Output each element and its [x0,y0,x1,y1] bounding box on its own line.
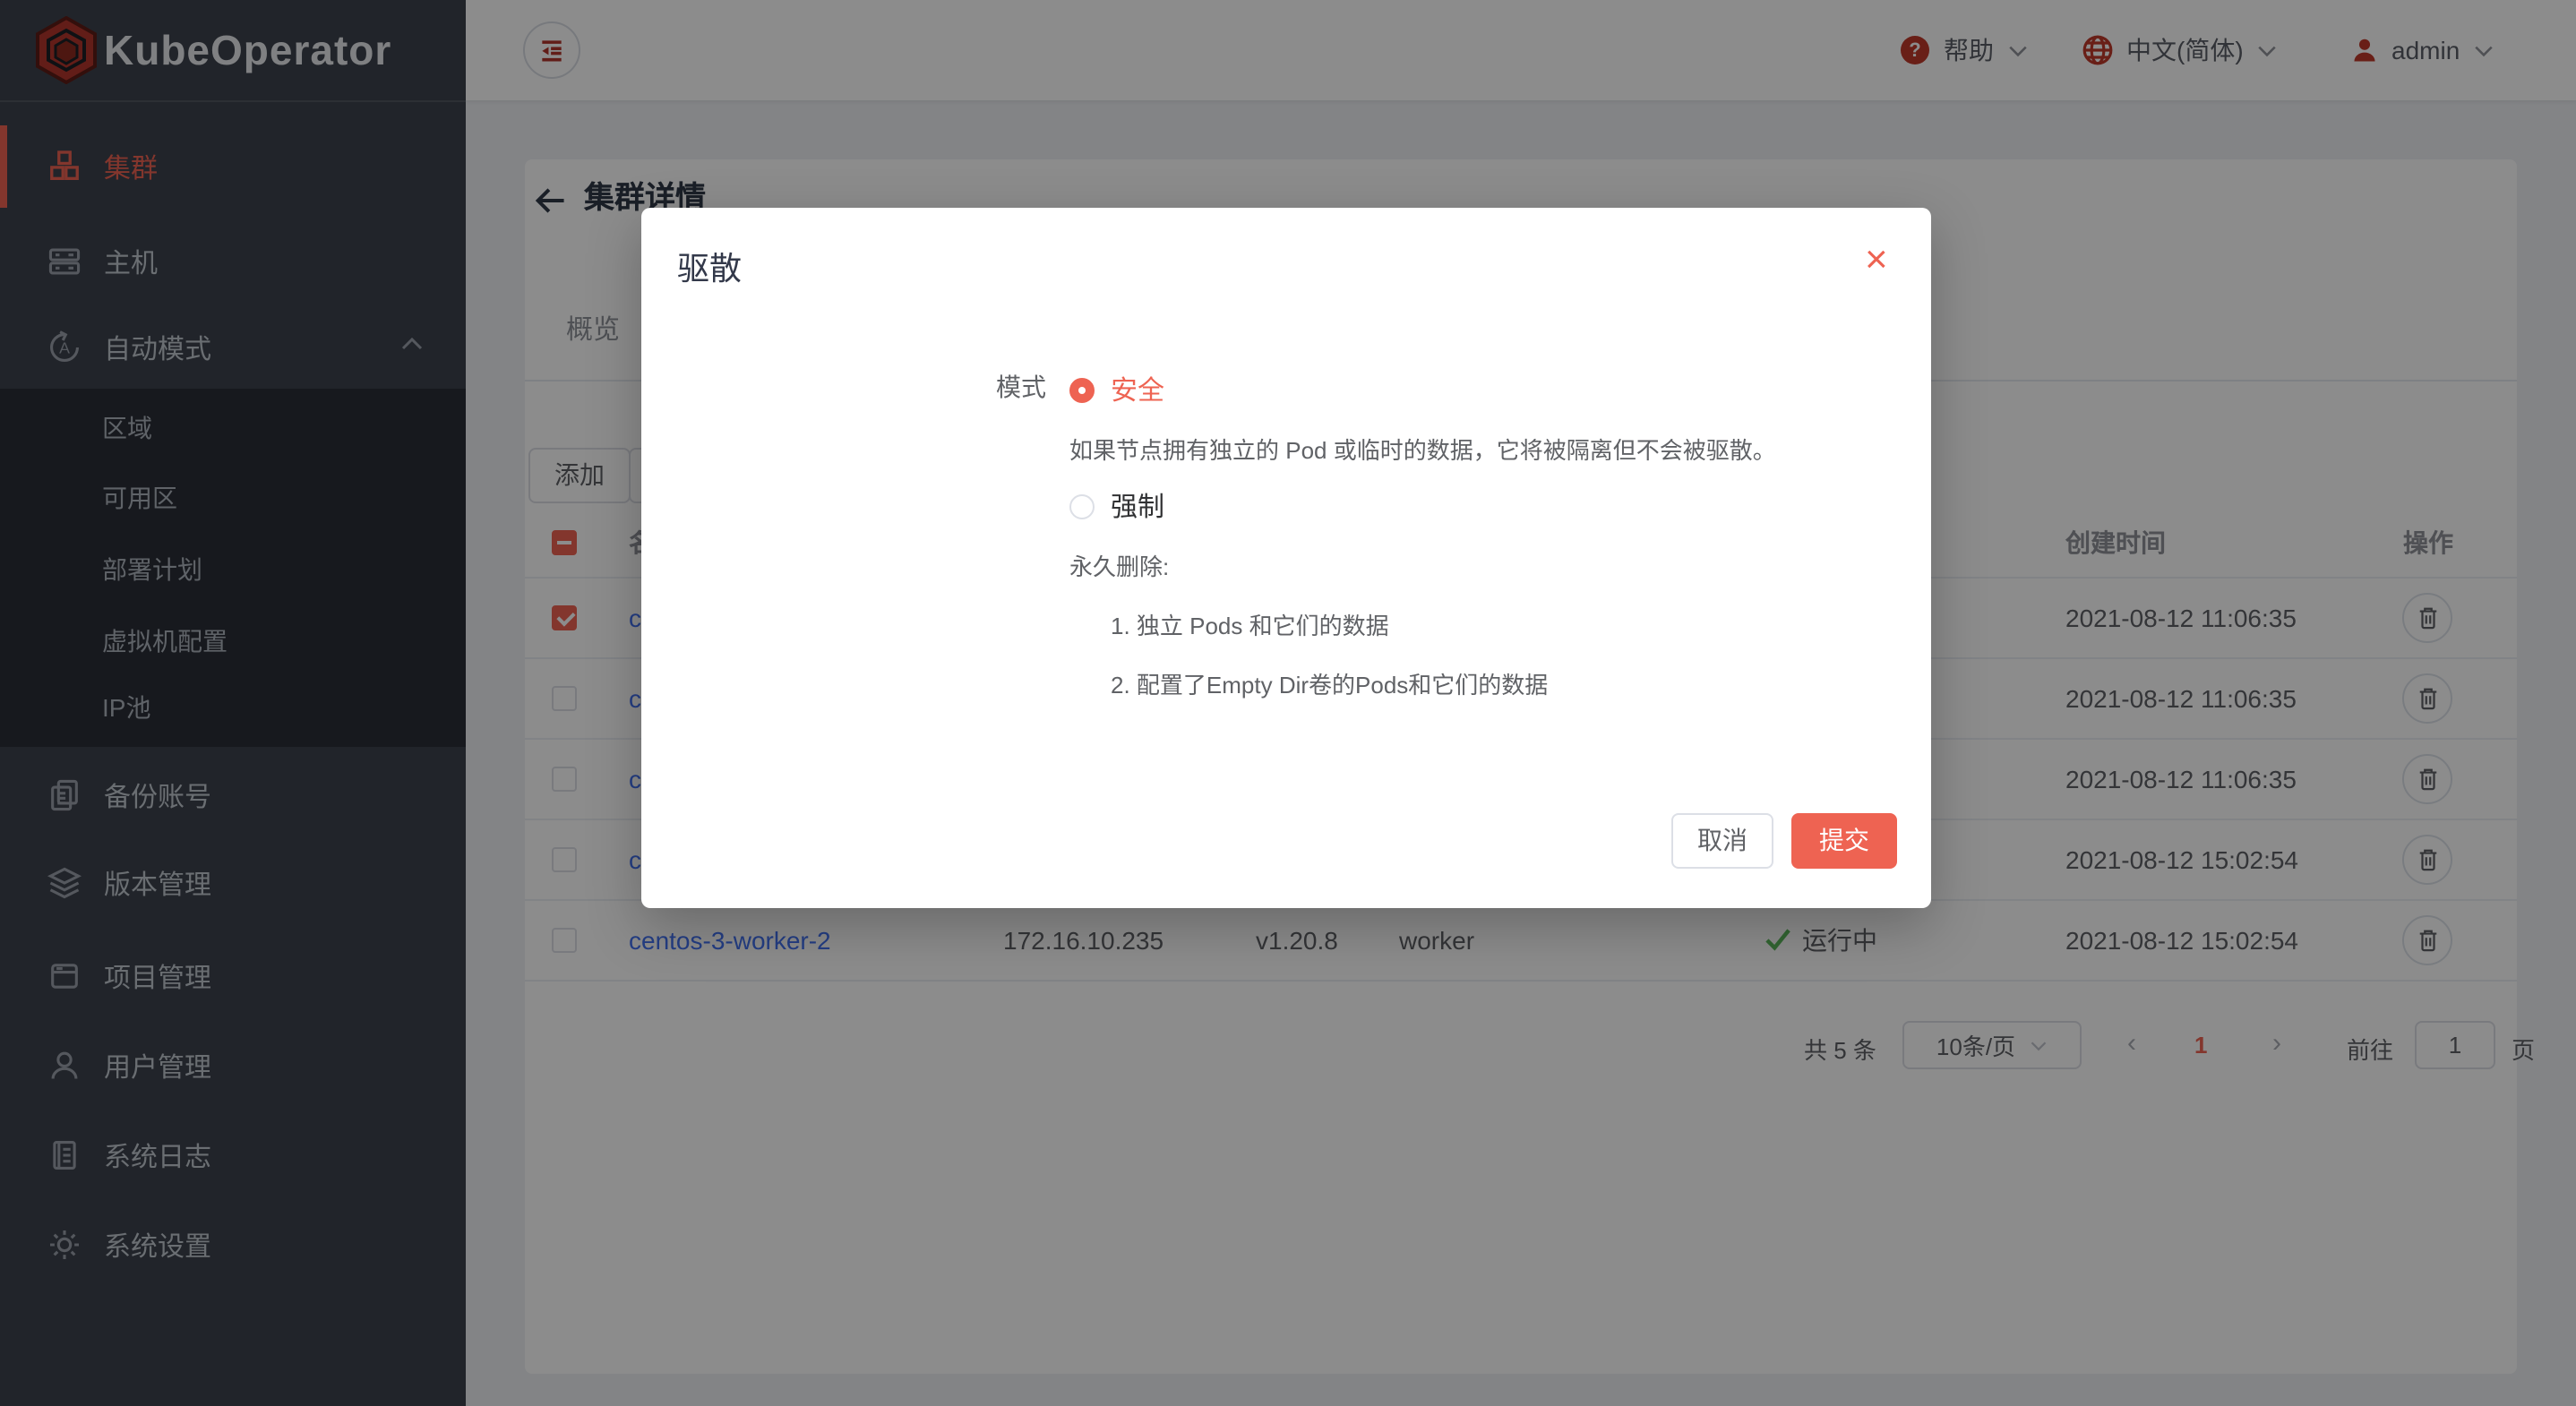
radio-label-force: 强制 [1111,487,1164,525]
app-root: KubeOperator 集群 主机 [0,0,2576,1406]
submit-button[interactable]: 提交 [1791,813,1897,869]
radio-selected-icon [1069,377,1095,402]
safe-mode-description: 如果节点拥有独立的 Pod 或临时的数据，它将被隔离但不会被驱散。 [1069,432,1776,466]
close-icon[interactable]: × [1865,240,1888,279]
force-note: 永久删除: [1069,548,1169,582]
radio-unselected-icon [1069,493,1095,519]
radio-option-safe[interactable]: 安全 [1069,371,1164,408]
force-item-2: 2. 配置了Empty Dir卷的Pods和它们的数据 [1111,666,1548,700]
radio-option-force[interactable]: 强制 [1069,487,1164,525]
radio-label-safe: 安全 [1111,371,1164,408]
drain-dialog: 驱散 × 模式 安全 如果节点拥有独立的 Pod 或临时的数据，它将被隔离但不会… [641,208,1931,908]
force-item-1: 1. 独立 Pods 和它们的数据 [1111,607,1389,641]
mode-label: 模式 [892,369,1046,405]
cancel-button[interactable]: 取消 [1671,813,1773,869]
dialog-title: 驱散 [677,244,742,290]
